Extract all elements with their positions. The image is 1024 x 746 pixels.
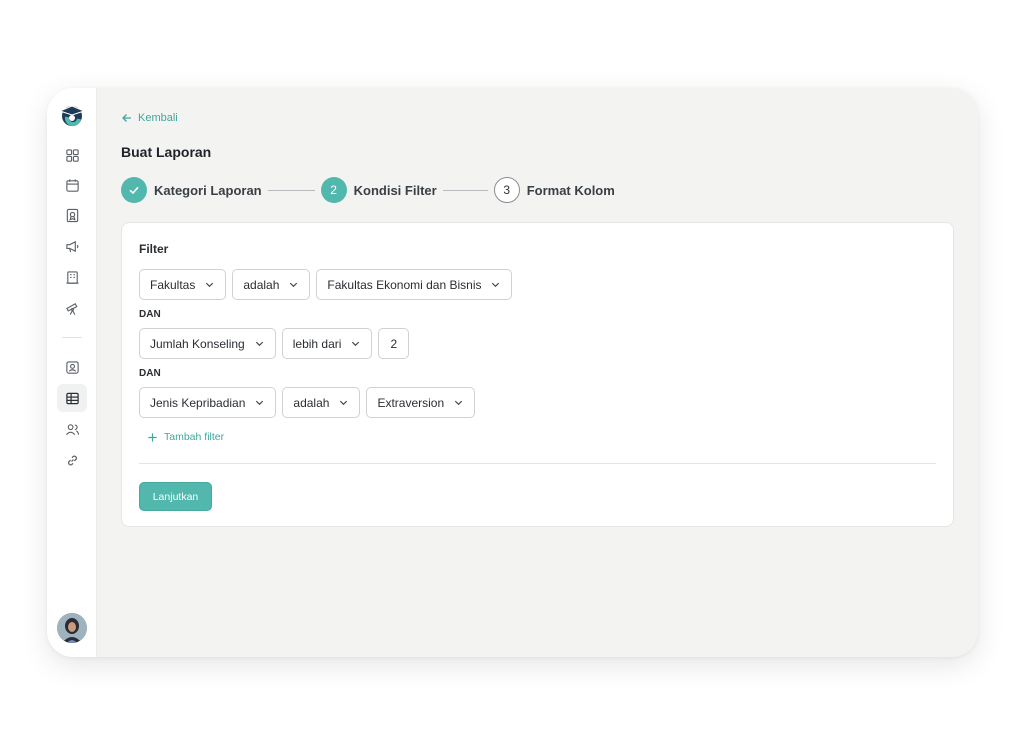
step-complete-badge bbox=[121, 177, 147, 203]
sidebar-item-dashboard[interactable] bbox=[57, 141, 87, 169]
filter-field-select[interactable]: Fakultas bbox=[139, 269, 227, 300]
step-number-badge: 2 bbox=[320, 177, 347, 203]
certificate-icon bbox=[66, 208, 78, 222]
filter-row: Jumlah Konseling lebih dari 2 bbox=[139, 328, 410, 359]
plus-icon bbox=[148, 432, 157, 442]
main-content: Kembali Buat Laporan Kategori Laporan 2 … bbox=[121, 88, 954, 657]
filter-operator-select[interactable]: lebih dari bbox=[281, 328, 373, 359]
step-kategori-laporan[interactable]: Kategori Laporan bbox=[121, 177, 262, 203]
add-filter-label: Tambah filter bbox=[164, 431, 225, 443]
step-format-kolom[interactable]: 3 Format Kolom bbox=[493, 177, 615, 203]
divider bbox=[139, 463, 936, 464]
add-filter-button[interactable]: Tambah filter bbox=[147, 431, 224, 443]
input-value: 2 bbox=[390, 336, 398, 351]
sidebar-item-calendar[interactable] bbox=[57, 171, 87, 199]
arrow-left-icon bbox=[122, 114, 131, 122]
contact-card-icon bbox=[65, 360, 79, 374]
sidebar-item-organization[interactable] bbox=[57, 263, 87, 291]
sidebar bbox=[47, 88, 97, 657]
app-window: Kembali Buat Laporan Kategori Laporan 2 … bbox=[47, 88, 978, 657]
chevron-down-icon bbox=[256, 400, 264, 406]
filter-row: Jenis Kepribadian adalah Extraversion bbox=[139, 387, 476, 418]
chevron-down-icon bbox=[455, 400, 463, 406]
sidebar-item-profile[interactable] bbox=[57, 353, 87, 381]
filter-row: Fakultas adalah Fakultas Ekonomi dan Bis… bbox=[139, 269, 513, 300]
chevron-down-icon bbox=[206, 282, 214, 288]
step-label: Kategori Laporan bbox=[154, 182, 262, 198]
filter-section-title: Filter bbox=[139, 242, 169, 256]
building-icon bbox=[65, 270, 79, 284]
step-kondisi-filter[interactable]: 2 Kondisi Filter bbox=[320, 177, 437, 203]
select-value: adalah bbox=[243, 277, 280, 292]
select-value: Jumlah Konseling bbox=[150, 336, 245, 351]
sidebar-item-certificate[interactable] bbox=[57, 201, 87, 229]
sidebar-item-users[interactable] bbox=[57, 415, 87, 443]
table-icon bbox=[65, 392, 79, 404]
chevron-down-icon bbox=[492, 282, 500, 288]
select-value: Fakultas bbox=[150, 277, 196, 292]
conjunction-label: DAN bbox=[139, 368, 161, 379]
filter-value-select[interactable]: Fakultas Ekonomi dan Bisnis bbox=[316, 269, 513, 300]
step-connector bbox=[267, 189, 315, 191]
select-value: adalah bbox=[293, 395, 330, 410]
chevron-down-icon bbox=[340, 400, 348, 406]
continue-button[interactable]: Lanjutkan bbox=[139, 482, 212, 511]
calendar-icon bbox=[65, 178, 79, 192]
chevron-down-icon bbox=[352, 341, 360, 347]
chevron-down-icon bbox=[290, 282, 298, 288]
users-icon bbox=[65, 423, 79, 435]
dashboard-icon bbox=[65, 148, 79, 162]
select-value: Jenis Kepribadian bbox=[150, 395, 246, 410]
filter-field-select[interactable]: Jenis Kepribadian bbox=[139, 387, 277, 418]
step-label: Kondisi Filter bbox=[353, 182, 437, 198]
telescope-icon bbox=[65, 302, 77, 315]
sidebar-item-integrations[interactable] bbox=[57, 446, 87, 474]
back-link[interactable]: Kembali bbox=[121, 112, 178, 124]
select-value: lebih dari bbox=[292, 336, 342, 351]
sidebar-item-reports[interactable] bbox=[57, 384, 87, 412]
select-value: Fakultas Ekonomi dan Bisnis bbox=[327, 277, 482, 292]
filter-value-select[interactable]: Extraversion bbox=[366, 387, 476, 418]
filter-operator-select[interactable]: adalah bbox=[232, 269, 311, 300]
filter-operator-select[interactable]: adalah bbox=[282, 387, 361, 418]
step-connector bbox=[442, 189, 488, 191]
megaphone-icon bbox=[65, 240, 78, 252]
link-icon bbox=[67, 455, 77, 465]
chevron-down-icon bbox=[255, 341, 263, 347]
page-title: Buat Laporan bbox=[121, 144, 212, 160]
step-label: Format Kolom bbox=[526, 182, 615, 198]
filter-value-input[interactable]: 2 bbox=[378, 328, 410, 359]
back-link-label: Kembali bbox=[138, 112, 178, 124]
conjunction-label: DAN bbox=[139, 309, 161, 320]
sidebar-item-announcements[interactable] bbox=[57, 232, 87, 260]
check-icon bbox=[129, 186, 139, 195]
app-logo[interactable] bbox=[58, 102, 86, 128]
filter-field-select[interactable]: Jumlah Konseling bbox=[139, 328, 276, 359]
step-number-badge: 3 bbox=[493, 177, 520, 203]
avatar[interactable] bbox=[57, 613, 87, 643]
sidebar-divider bbox=[62, 337, 82, 338]
select-value: Extraversion bbox=[377, 395, 445, 410]
stepper: Kategori Laporan 2 Kondisi Filter 3 Form… bbox=[121, 177, 615, 203]
sidebar-item-explore[interactable] bbox=[57, 294, 87, 322]
filter-card: Filter Fakultas adalah Fakultas Ekonomi … bbox=[121, 222, 954, 527]
